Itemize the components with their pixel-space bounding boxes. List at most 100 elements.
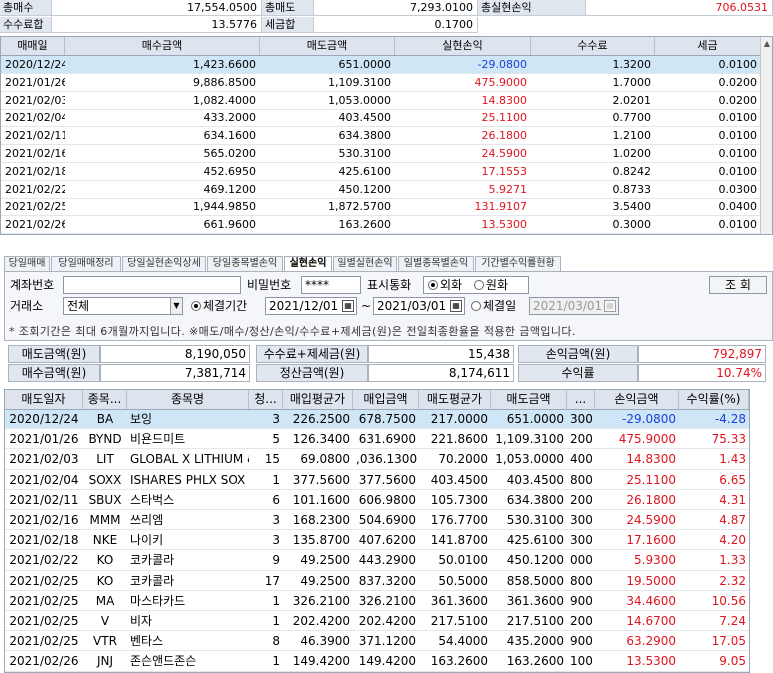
period-radio[interactable]: 체결기간 [191, 297, 247, 315]
tax-sum-value: 0.1700 [314, 17, 478, 33]
tab-daily-trade-summary[interactable]: 당일매매정리 [51, 256, 121, 271]
vertical-scrollbar[interactable]: ▲ [760, 37, 772, 234]
col-header[interactable]: 종목... [83, 390, 127, 409]
scroll-up-icon[interactable]: ▲ [761, 37, 772, 50]
sell-krw-value: 8,190,050 [100, 345, 250, 363]
table-cell: 5.9271 [488, 182, 528, 196]
password-input[interactable]: **** [301, 276, 361, 294]
table-cell: 1,109.3100 [495, 432, 564, 447]
col-header[interactable]: 매도금액 [260, 37, 395, 55]
account-input[interactable] [63, 276, 241, 294]
calendar-icon[interactable]: ▦ [342, 300, 354, 312]
tab-period-return[interactable]: 기간별수익률현황 [475, 256, 561, 271]
tab-realized-pnl[interactable]: 실현손익 [284, 256, 332, 272]
password-label: 비밀번호 [247, 278, 292, 292]
table-row[interactable]: 2021/02/16 565.0200 530.3100 24.5900 1.0200 0… [1, 145, 761, 163]
single-date-radio[interactable]: 체결일 [471, 297, 516, 315]
daily-pnl-grid[interactable]: 매매일 매수금액 매도금액 실현손익 수수료 세금 2020/12/24 1,42… [0, 36, 773, 235]
table-row[interactable]: 2021/02/03 1,082.4000 1,053.0000 14.8300 2.0… [1, 92, 761, 110]
table-cell: 149.4200 [358, 654, 416, 669]
single-date-input[interactable]: 2021/03/01 ▦ [529, 297, 619, 315]
col-header[interactable]: 청... [249, 390, 283, 409]
table-row[interactable]: 2021/02/25 1,944.9850 1,872.5700 131.9107 3.… [1, 198, 761, 217]
table-cell: 보잉 [130, 412, 153, 426]
table-cell: 2021/02/04 [5, 111, 65, 125]
table-row[interactable]: 2021/02/18 452.6950 425.6100 17.1553 0.8242 0… [1, 163, 761, 181]
col-header[interactable]: ... [567, 390, 595, 409]
col-header[interactable]: 종목명 [127, 390, 249, 409]
tab-daily-trade[interactable]: 당일매매 [4, 256, 50, 271]
table-row[interactable]: 2021/02/16 MMM 쓰리엠 3 168.2300 504.6900 176.770… [5, 511, 749, 531]
radio-foreign[interactable] [428, 280, 438, 290]
table-cell: 504.6900 [358, 513, 416, 527]
col-header[interactable]: 세금 [655, 37, 761, 55]
table-row[interactable]: 2021/02/11 634.1600 634.3800 26.1800 1.2100 0… [1, 127, 761, 146]
summary-panel: 총매수 17,554.0500 총매도 7,293.0100 총실현손익 706… [0, 0, 773, 34]
table-cell: ,036.1300 [356, 452, 418, 467]
table-row[interactable]: 2021/01/26 9,886.8500 1,109.3100 475.9000 1.… [1, 74, 761, 92]
col-header[interactable]: 매도금액 [491, 390, 567, 409]
realized-pnl-grid[interactable]: 매도일자 종목... 종목명 청... 매입평균가 매입금액 매도평균가 매도금… [4, 389, 750, 673]
table-cell: 17 [264, 573, 280, 588]
col-header[interactable]: 매도일자 [5, 390, 83, 409]
table-cell: 202.4200 [292, 614, 350, 628]
table-row[interactable]: 2020/12/24 BA 보잉 3 226.2500 678.7500 217.0000 6… [5, 410, 749, 430]
col-header[interactable]: 매입금액 [353, 390, 419, 409]
tab-daily-pnl-by-stock[interactable]: 당일종목별손익 [207, 256, 283, 271]
table-cell: 4.31 [719, 492, 746, 507]
return-rate-value: 10.74% [638, 364, 766, 382]
radio-single-date[interactable] [471, 301, 481, 311]
table-row[interactable]: 2021/02/25 VTR 벤타스 8 46.3900 371.1200 54.4000 4… [5, 632, 749, 652]
table-row[interactable]: 2020/12/24 1,423.6600 651.0000 -29.0800 1.32… [1, 56, 761, 74]
table-row[interactable]: 2021/02/03 LIT GLOBAL X LITHIUM & 15 69.0800… [5, 450, 749, 470]
date-to-input[interactable]: 2021/03/01 ▦ [373, 297, 465, 315]
query-button[interactable]: 조 회 [709, 276, 767, 294]
col-header[interactable]: 매입평균가 [283, 390, 353, 409]
table-cell: 858.5000 [506, 573, 564, 588]
table-cell: 46.3900 [300, 634, 350, 649]
table-row[interactable]: 2021/02/25 V 비자 1 202.4200 202.4200 217.5100 21… [5, 612, 749, 632]
tax-sum-label: 세금합 [262, 17, 314, 33]
col-header[interactable]: 손익금액 [595, 390, 679, 409]
table-cell: -29.0800 [622, 412, 676, 426]
table-row[interactable]: 2021/02/22 KO 코카콜라 9 49.2500 443.2900 50.0100 4… [5, 551, 749, 571]
date-from-input[interactable]: 2021/12/01 ▦ [265, 297, 357, 315]
table-cell: 17.05 [711, 634, 746, 649]
tab-daily-realized-pnl[interactable]: 일별실현손익 [333, 256, 397, 271]
table-row[interactable]: 2021/02/04 433.2000 403.4500 25.1100 0.7700 0… [1, 109, 761, 128]
table-cell: 163.2600 [338, 218, 392, 232]
col-header[interactable]: 수익률(%) [679, 390, 749, 409]
radio-krw[interactable] [473, 280, 484, 290]
exchange-select[interactable]: 전체 ▼ [63, 297, 183, 315]
col-header[interactable]: 수수료 [531, 37, 655, 55]
table-cell: 101.1600 [292, 492, 350, 507]
calendar-icon[interactable]: ▦ [604, 300, 616, 312]
tab-daily-pnl-detail[interactable]: 당일실현손익상세 [122, 256, 206, 271]
table-row[interactable]: 2021/02/25 KO 코카콜라 17 49.2500 837.3200 50.5000… [5, 572, 749, 591]
fee-sum-label: 수수료합 [0, 17, 52, 33]
table-row[interactable]: 2021/02/25 MA 마스타카드 1 326.2100 326.2100 361.36… [5, 592, 749, 612]
table-cell: 2021/02/16 [9, 513, 79, 527]
col-header[interactable]: 매매일 [1, 37, 65, 55]
table-row[interactable]: 2021/02/04 SOXX ISHARES PHLX SOX SE 1 377.56… [5, 471, 749, 490]
table-row[interactable]: 2021/02/18 NKE 나이키 3 135.8700 407.6200 141.870… [5, 531, 749, 551]
table-cell: 54.4000 [438, 634, 488, 649]
table-row[interactable]: 2021/02/22 469.1200 450.1200 5.9271 0.8733 0.… [1, 181, 761, 199]
col-header[interactable]: 실현손익 [395, 37, 531, 55]
radio-period[interactable] [191, 301, 201, 311]
table-cell: 300 [570, 412, 593, 426]
chevron-down-icon[interactable]: ▼ [170, 298, 182, 314]
settle-krw-value: 8,174,611 [368, 364, 514, 382]
col-header[interactable]: 매수금액 [65, 37, 260, 55]
tab-daily-stock-pnl[interactable]: 일별종목별손익 [398, 256, 474, 271]
col-header[interactable]: 매도평균가 [419, 390, 491, 409]
table-row[interactable]: 2021/02/11 SBUX 스타벅스 6 101.1600 606.9800 105.7… [5, 491, 749, 511]
table-cell: 4.87 [719, 513, 746, 527]
table-row[interactable]: 2021/02/26 661.9600 163.2600 13.5300 0.3000 0… [1, 216, 761, 234]
calendar-icon[interactable]: ▦ [450, 300, 462, 312]
table-cell: 2021/02/25 [9, 593, 79, 608]
table-row[interactable]: 2021/01/26 BYND 비욘드미트 5 126.3400 631.6900 221.… [5, 430, 749, 450]
table-row[interactable]: 2021/02/26 JNJ 존슨앤드존슨 1 149.4200 149.4200 163.… [5, 652, 749, 672]
table-cell: 678.7500 [358, 412, 416, 426]
table-cell: 443.2900 [358, 553, 416, 568]
